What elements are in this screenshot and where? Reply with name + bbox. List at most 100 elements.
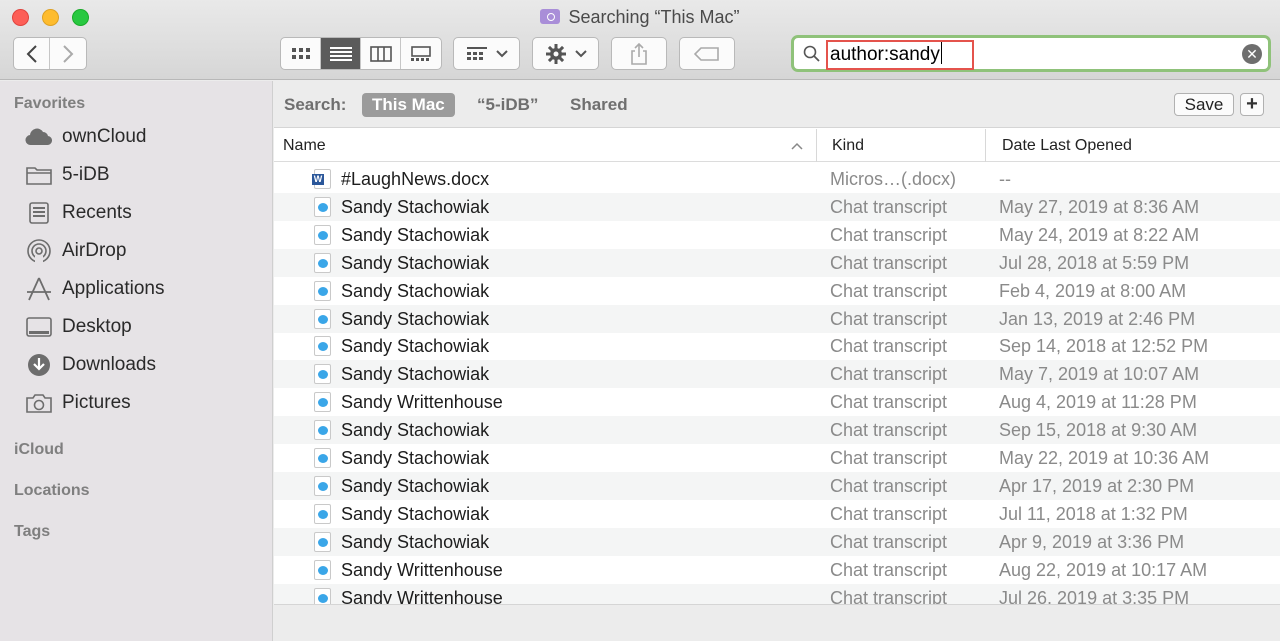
table-row[interactable]: Sandy Stachowiak Chat transcript Jul 28, 2… (274, 248, 1280, 277)
file-kind: Chat transcript (830, 392, 948, 413)
file-date-last-opened: May 24, 2019 at 8:22 AM (999, 224, 1200, 245)
table-row[interactable]: Sandy Stachowiak Chat transcript May 22, 2… (274, 444, 1280, 472)
cloud-icon (25, 128, 53, 146)
sidebar-item-owncloud[interactable]: ownCloud (24, 120, 147, 154)
file-date-last-opened: Aug 22, 2019 at 10:17 AM (999, 559, 1208, 580)
gallery-icon (411, 45, 431, 61)
gallery-view-button[interactable] (401, 38, 441, 69)
sidebar-item-pictures[interactable]: Pictures (24, 386, 131, 420)
scope-shared[interactable]: Shared (560, 93, 638, 117)
sidebar-item-label: 5-iDB (62, 164, 110, 185)
scope-this-mac[interactable]: This Mac (362, 93, 455, 117)
file-date-last-opened: Sep 14, 2018 at 12:52 PM (999, 336, 1209, 357)
clear-search-button[interactable]: ✕ (1242, 44, 1262, 64)
back-forward-control (13, 37, 87, 70)
column-divider[interactable] (985, 129, 986, 162)
table-row[interactable]: Sandy Stachowiak Chat transcript May 24, 2… (274, 221, 1280, 249)
back-button[interactable] (14, 38, 50, 69)
toolbar: Searching “This Mac” author:sandy ✕ (0, 0, 1280, 80)
window-title: Searching “This Mac” (0, 7, 1280, 28)
search-icon (803, 45, 820, 62)
scope-5-idb[interactable]: “5-iDB” (467, 93, 548, 117)
search-input[interactable]: author:sandy (826, 40, 974, 70)
file-name: Sandy Stachowiak (341, 364, 490, 385)
file-kind: Chat transcript (830, 196, 948, 217)
column-header-date-last-opened[interactable]: Date Last Opened (1002, 129, 1132, 162)
table-row[interactable]: Sandy Stachowiak Chat transcript May 7, 20… (274, 360, 1280, 389)
file-kind: Chat transcript (830, 364, 948, 385)
file-date-last-opened: -- (999, 169, 1011, 189)
gear-icon (545, 43, 566, 64)
file-name: Sandy Stachowiak (341, 252, 490, 273)
sidebar-item-label: ownCloud (62, 126, 147, 147)
table-row[interactable]: Sandy Stachowiak Chat transcript Sep 14, 2… (274, 332, 1280, 360)
file-kind: Chat transcript (830, 420, 948, 441)
sidebar-item-5-idb[interactable]: 5-iDB (24, 158, 110, 192)
edit-tags-button[interactable] (679, 37, 735, 70)
chat-transcript-icon (314, 252, 331, 273)
file-name: Sandy Writtenhouse (341, 392, 503, 413)
table-row[interactable]: W #LaughNews.docx Micros…(.docx) -- (274, 165, 1280, 193)
table-row[interactable]: Sandy Stachowiak Chat transcript Jan 13, 2… (274, 304, 1280, 333)
chevron-down-icon (574, 49, 587, 57)
forward-button[interactable] (50, 38, 86, 69)
word-doc-icon: W (312, 169, 331, 189)
downloads-icon (28, 354, 50, 376)
column-divider[interactable] (816, 129, 817, 162)
folder-icon (26, 167, 52, 185)
list-icon (329, 46, 352, 61)
sidebar-section-favorites: Favorites (14, 95, 86, 112)
action-menu-button[interactable] (532, 37, 599, 70)
sidebar-item-label: Desktop (62, 316, 132, 337)
sidebar-item-desktop[interactable]: Desktop (24, 310, 132, 344)
grid-icon (291, 47, 310, 59)
file-name: Sandy Stachowiak (341, 475, 490, 496)
sidebar-item-applications[interactable]: Applications (24, 272, 164, 306)
file-date-last-opened: May 27, 2019 at 8:36 AM (999, 196, 1200, 217)
column-view-button[interactable] (361, 38, 401, 69)
file-date-last-opened: Jul 28, 2018 at 5:59 PM (999, 252, 1190, 273)
table-row[interactable]: Sandy Writtenhouse Chat transcript Aug 4, … (274, 388, 1280, 416)
columns-icon (369, 45, 392, 62)
file-date-last-opened: Apr 17, 2019 at 2:30 PM (999, 475, 1195, 496)
column-header-name[interactable]: Name (283, 129, 326, 162)
share-button[interactable] (611, 37, 667, 70)
file-date-last-opened: Jul 11, 2018 at 1:32 PM (999, 503, 1188, 524)
recents-icon (29, 202, 49, 224)
table-row[interactable]: Sandy Stachowiak Chat transcript Feb 4, 20… (274, 277, 1280, 305)
table-row[interactable]: Sandy Stachowiak Chat transcript Apr 9, 20… (274, 527, 1280, 556)
table-row[interactable]: Sandy Stachowiak Chat transcript Apr 17, 2… (274, 471, 1280, 500)
chat-transcript-icon (314, 475, 331, 496)
group-by-button[interactable] (453, 37, 520, 70)
table-row[interactable]: Sandy Stachowiak Chat transcript May 27, 2… (274, 192, 1280, 221)
add-criteria-button[interactable]: + (1240, 93, 1264, 116)
sidebar-item-airdrop[interactable]: AirDrop (24, 234, 126, 268)
table-row[interactable]: Sandy Stachowiak Chat transcript Sep 15, 2… (274, 416, 1280, 445)
sidebar-item-downloads[interactable]: Downloads (24, 348, 156, 382)
camera-icon (26, 394, 52, 413)
airdrop-icon (27, 239, 51, 264)
file-kind: Chat transcript (830, 308, 948, 329)
file-name: Sandy Stachowiak (341, 308, 490, 329)
chevron-down-icon (495, 49, 508, 57)
chat-transcript-icon (314, 224, 331, 245)
file-date-last-opened: Sep 15, 2018 at 9:30 AM (999, 420, 1198, 441)
sidebar-section-tags[interactable]: Tags (14, 523, 50, 541)
chat-transcript-icon (314, 196, 331, 217)
table-row[interactable]: Sandy Stachowiak Chat transcript Jul 11, 2… (274, 500, 1280, 528)
file-kind: Chat transcript (830, 559, 948, 580)
search-box[interactable]: author:sandy ✕ (791, 35, 1271, 72)
sidebar-section-icloud[interactable]: iCloud (14, 441, 64, 459)
chat-transcript-icon (314, 420, 331, 441)
file-date-last-opened: Apr 9, 2019 at 3:36 PM (999, 531, 1185, 552)
list-view-button[interactable] (321, 38, 361, 69)
tag-icon (694, 46, 719, 61)
column-header-kind[interactable]: Kind (832, 129, 864, 162)
file-name: Sandy Stachowiak (341, 336, 490, 357)
table-row[interactable]: Sandy Writtenhouse Chat transcript Aug 22,… (274, 556, 1280, 584)
sidebar-section-locations[interactable]: Locations (14, 482, 90, 500)
icon-view-button[interactable] (281, 38, 321, 69)
file-name: Sandy Stachowiak (341, 503, 490, 524)
sidebar-item-recents[interactable]: Recents (24, 196, 132, 230)
save-search-button[interactable]: Save (1174, 93, 1234, 116)
